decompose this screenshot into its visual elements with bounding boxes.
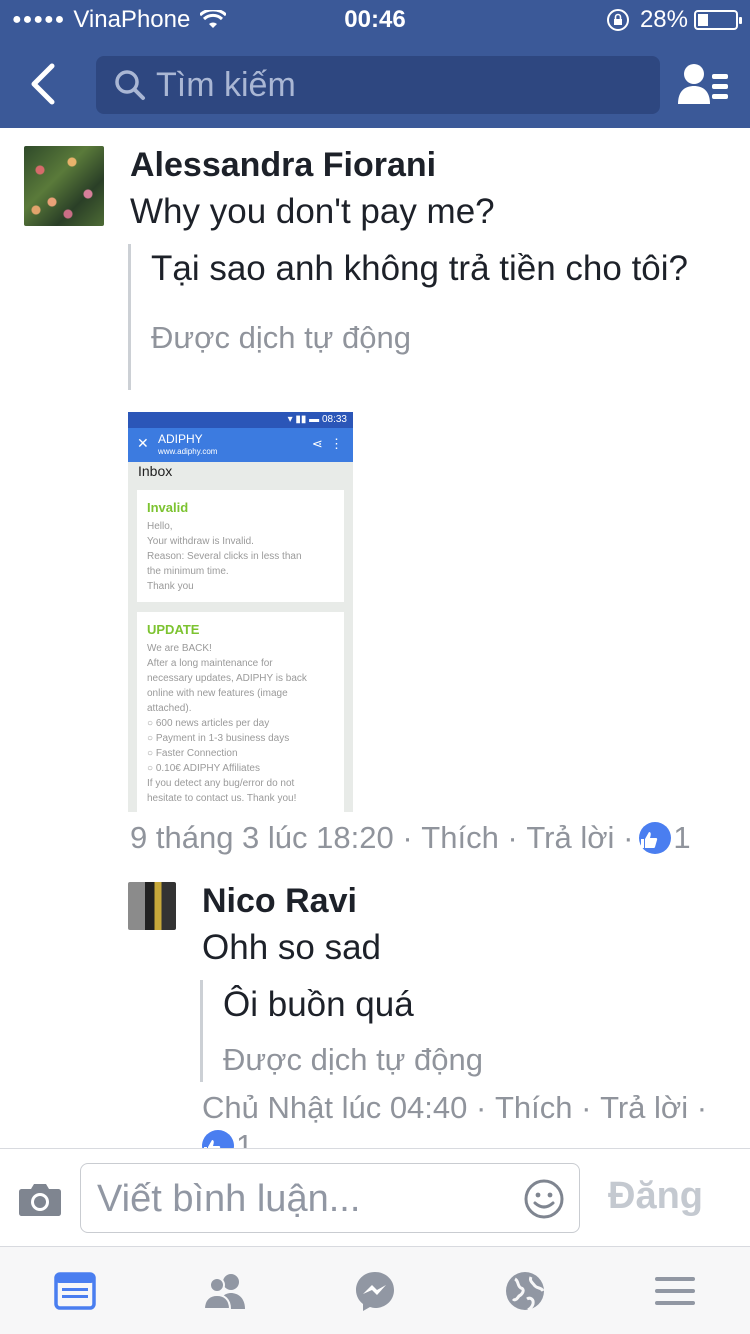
comment-meta: Chủ Nhật lúc 04:40 · Thích · Trả lời · [202, 1090, 707, 1126]
search-icon [115, 70, 145, 100]
news-feed-icon[interactable] [53, 1269, 97, 1313]
card-line: We are BACK! [147, 643, 212, 654]
separator-dot: · [688, 1090, 708, 1125]
translated-text: Tại sao anh không trả tiền cho tôi? [151, 249, 689, 288]
card-line: attached). [147, 703, 192, 714]
card-line: Hello, [147, 521, 173, 532]
card-line: Your withdraw is Invalid. [147, 536, 254, 547]
comment-author[interactable]: Alessandra Fiorani [130, 146, 436, 185]
comment-text: Why you don't pay me? [130, 192, 495, 231]
comment-timestamp: 9 tháng 3 lúc 18:20 [130, 820, 394, 855]
card-title: Invalid [147, 500, 189, 515]
share-more-icon: ⋖ ⋮ [311, 436, 343, 451]
translated-text: Ôi buồn quá [223, 985, 414, 1024]
message-card: UPDATE We are BACK! After a long mainten… [137, 612, 344, 812]
attachment-app-url: www.adiphy.com [158, 447, 218, 456]
card-line: ○ Payment in 1-3 business days [147, 733, 290, 744]
close-icon: ✕ [137, 435, 149, 451]
comment-input[interactable] [97, 1176, 517, 1222]
card-title: UPDATE [147, 622, 200, 637]
attachment-app-bar: ✕ ADIPHY www.adiphy.com ⋖ ⋮ [128, 428, 353, 462]
card-line: online with new features (image [147, 688, 288, 699]
card-line: ○ 0.10€ ADIPHY Affiliates [147, 763, 260, 774]
translation-block: Tại sao anh không trả tiền cho tôi? Được… [128, 244, 688, 390]
like-thumb-icon[interactable] [639, 822, 672, 854]
like-link[interactable]: Thích [421, 820, 499, 856]
battery-percent: 28% [639, 6, 688, 33]
post-button[interactable]: Đăng [608, 1175, 703, 1218]
menu-icon[interactable] [653, 1269, 697, 1313]
comment-timestamp: Chủ Nhật lúc 04:40 [202, 1090, 468, 1125]
separator-dot: · [498, 820, 527, 855]
translation-block: Ôi buồn quá Được dịch tự động [200, 980, 700, 1082]
attachment-status-bar: ▾ ▮▮ ▬ 08:33 [128, 412, 353, 428]
attachment-app-name: ADIPHY [158, 432, 203, 446]
messenger-icon[interactable] [353, 1269, 397, 1313]
like-count[interactable]: 1 [673, 820, 690, 856]
card-line: ○ Faster Connection [147, 748, 238, 759]
comment-input-box[interactable] [80, 1163, 580, 1233]
card-line: necessary updates, ADIPHY is back [147, 673, 307, 684]
navigation-bar: ●●●●● VinaPhone 00:46 28% [0, 0, 750, 128]
card-line: the minimum time. [147, 566, 229, 577]
card-line: hesitate to contact us. Thank you! [147, 793, 297, 804]
card-line: Reason: Several clicks in less than [147, 551, 302, 562]
card-line: Thank you [147, 581, 194, 592]
avatar[interactable] [128, 882, 176, 930]
emoji-icon[interactable] [523, 1178, 565, 1220]
avatar[interactable] [24, 146, 104, 226]
rotation-lock-icon [606, 9, 629, 31]
separator-dot: · [614, 820, 634, 855]
attachment-time: 08:33 [321, 414, 347, 425]
attached-screenshot[interactable]: ▾ ▮▮ ▬ 08:33 ✕ ADIPHY www.adiphy.com ⋖ ⋮… [128, 412, 353, 812]
camera-icon[interactable] [18, 1181, 62, 1217]
attachment-inbox-title: Inbox [138, 463, 173, 479]
auto-translated-label[interactable]: Được dịch tự động [223, 1042, 700, 1078]
comment-meta: 9 tháng 3 lúc 18:20 · Thích · Trả lời · … [130, 820, 691, 856]
friends-list-icon[interactable] [676, 60, 730, 108]
status-bar: ●●●●● VinaPhone 00:46 28% [0, 0, 750, 40]
like-link[interactable]: Thích [495, 1090, 573, 1126]
card-line: If you detect any bug/error do not [147, 778, 295, 789]
auto-translated-label[interactable]: Được dịch tự động [151, 320, 688, 356]
search-input[interactable] [156, 65, 636, 105]
globe-icon[interactable] [503, 1269, 547, 1313]
card-line: After a long maintenance for [147, 658, 273, 669]
reply-link[interactable]: Trả lời [526, 820, 614, 856]
reply-link[interactable]: Trả lời [600, 1090, 688, 1126]
search-bar[interactable] [96, 56, 660, 114]
back-button[interactable] [22, 60, 66, 108]
message-card: Invalid Hello, Your withdraw is Invalid.… [137, 490, 344, 602]
separator-dot: · [467, 1090, 495, 1125]
separator-dot: · [572, 1090, 601, 1125]
card-line: ○ 600 news articles per day [147, 718, 270, 729]
tab-bar [0, 1246, 750, 1334]
comment-composer: Đăng [0, 1148, 750, 1246]
attachment-status-icons: ▾ ▮▮ ▬ [287, 414, 322, 425]
battery-icon [694, 10, 742, 30]
comment-text: Ohh so sad [202, 928, 381, 967]
friends-icon[interactable] [203, 1269, 247, 1313]
separator-dot: · [393, 820, 422, 855]
comment-author[interactable]: Nico Ravi [202, 882, 357, 921]
